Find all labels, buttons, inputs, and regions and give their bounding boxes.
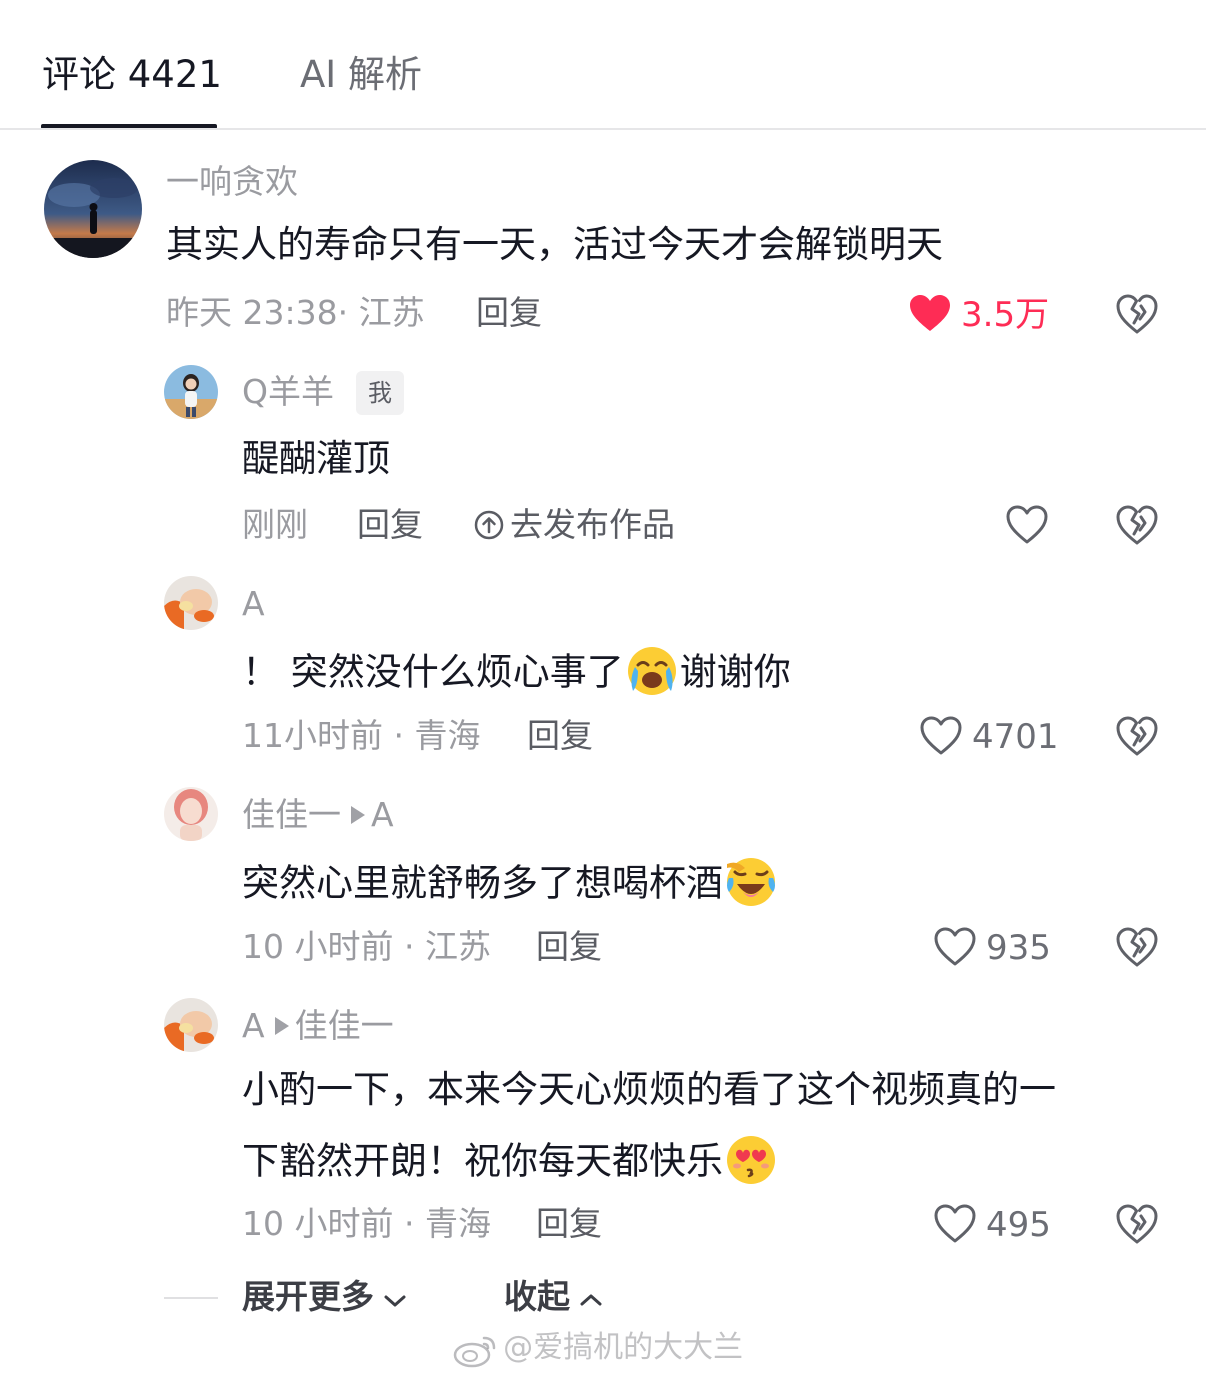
reply-button[interactable]: 回复 xyxy=(536,926,602,968)
collapse-button[interactable]: 收起 xyxy=(504,1276,603,1318)
tab-comments[interactable]: 评论 4421 xyxy=(42,52,222,98)
tab-ai-analysis[interactable]: AI 解析 xyxy=(300,52,422,98)
broken-heart-icon[interactable] xyxy=(1115,1203,1159,1245)
broken-heart-icon[interactable] xyxy=(1115,504,1159,546)
watermark: @爱搞机的大大兰 xyxy=(452,1328,743,1374)
reply-username-line: A 佳佳一 xyxy=(242,1005,394,1047)
expand-more-button[interactable]: 展开更多 xyxy=(242,1276,407,1318)
heart-outline-icon[interactable] xyxy=(919,715,963,757)
reply-text: ！ 突然没什么烦心事了 谢谢你 xyxy=(242,645,791,703)
avatar[interactable] xyxy=(164,787,218,841)
like-count: 495 xyxy=(986,1205,1051,1245)
heart-outline-icon[interactable] xyxy=(1005,504,1049,546)
comment-username[interactable]: 一响贪欢 xyxy=(166,161,298,203)
reply-text: 醍醐灌顶 xyxy=(242,437,390,480)
reply-meta: 10 小时前 · 江苏 xyxy=(242,927,491,966)
comment-text: 其实人的寿命只有一天，活过今天才会解锁明天 xyxy=(166,223,943,266)
reply-username-line: 佳佳一 A xyxy=(242,794,394,836)
reply-meta: 刚刚 xyxy=(242,505,308,544)
broken-heart-icon[interactable] xyxy=(1115,715,1159,757)
comment-meta: 昨天 23:38· 江苏 xyxy=(166,293,425,332)
avatar[interactable] xyxy=(164,576,218,630)
avatar[interactable] xyxy=(164,365,218,419)
expand-divider xyxy=(164,1297,218,1299)
avatar[interactable] xyxy=(164,998,218,1052)
laughing-crying-face-emoji xyxy=(725,856,777,908)
reply-to-username[interactable]: 佳佳一 xyxy=(295,1006,394,1045)
tabs-divider xyxy=(0,128,1206,130)
chevron-up-icon xyxy=(580,1294,602,1305)
crying-face-emoji xyxy=(626,645,678,697)
heart-filled-icon[interactable] xyxy=(908,293,952,333)
kissing-heart-face-emoji xyxy=(725,1134,777,1186)
broken-heart-icon[interactable] xyxy=(1115,926,1159,968)
reply-meta: 10 小时前 · 青海 xyxy=(242,1204,491,1243)
reply-to-arrow-icon xyxy=(351,805,365,824)
reply-username[interactable]: Q羊羊 xyxy=(242,371,334,413)
weibo-icon xyxy=(453,1336,496,1367)
reply-username[interactable]: 佳佳一 xyxy=(242,795,341,834)
reply-button[interactable]: 回复 xyxy=(527,715,593,757)
reply-to-arrow-icon xyxy=(274,1016,289,1035)
reply-to-username[interactable]: A xyxy=(371,795,394,834)
reply-username[interactable]: A xyxy=(242,1006,265,1045)
reply-button[interactable]: 回复 xyxy=(357,504,423,546)
reply-username[interactable]: A xyxy=(242,583,265,625)
reply-text: 突然心里就舒畅多了想喝杯酒 xyxy=(242,856,779,914)
reply-text-line1: 小酌一下，本来今天心烦烦的看了这个视频真的一 xyxy=(242,1068,1056,1111)
reply-button[interactable]: 回复 xyxy=(476,292,542,334)
heart-outline-icon[interactable] xyxy=(933,1203,977,1245)
like-count: 3.5万 xyxy=(961,295,1050,335)
me-badge: 我 xyxy=(356,371,404,415)
reply-text-line2: 下豁然开朗！祝你每天都快乐 xyxy=(242,1134,779,1192)
like-count: 4701 xyxy=(972,717,1059,757)
avatar[interactable] xyxy=(44,160,142,258)
upload-circle-icon[interactable] xyxy=(474,510,504,540)
heart-outline-icon[interactable] xyxy=(933,926,977,968)
reply-meta: 11小时前 · 青海 xyxy=(242,716,481,755)
broken-heart-icon[interactable] xyxy=(1115,293,1159,335)
chevron-down-icon xyxy=(384,1295,406,1306)
publish-work-link[interactable]: 去发布作品 xyxy=(510,504,675,546)
reply-button[interactable]: 回复 xyxy=(536,1203,602,1245)
like-count: 935 xyxy=(986,928,1051,968)
